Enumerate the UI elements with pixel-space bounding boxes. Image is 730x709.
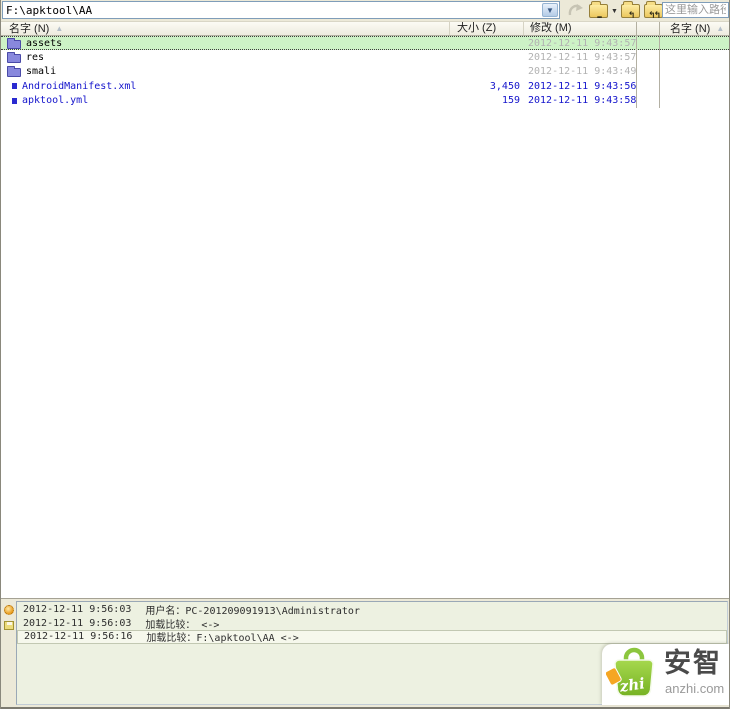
logo-title: 安智: [664, 648, 722, 678]
address-combobox[interactable]: F:\apktool\AA ▼: [2, 1, 560, 19]
address-dropdown-button[interactable]: ▼: [542, 3, 558, 17]
browse-folder-button[interactable]: ...: [589, 1, 608, 21]
chevron-down-icon: ▼: [546, 6, 554, 15]
file-size: 159: [501, 95, 520, 107]
file-row-res[interactable]: res 2012-12-11 9:43:57: [1, 50, 729, 64]
left-header-modified[interactable]: 修改 (M): [523, 22, 636, 35]
sort-ascending-icon: ▲: [716, 24, 725, 33]
file-icon: [12, 83, 17, 90]
file-row-androidmanifest[interactable]: AndroidManifest.xml 3,450 2012-12-11 9:4…: [1, 79, 729, 93]
curved-arrow-icon: [568, 4, 583, 16]
left-header-name[interactable]: 名字 (N) ▲: [1, 22, 449, 35]
file-size: 3,450: [489, 80, 520, 92]
ellipsis-icon: ...: [596, 11, 602, 21]
bag-text: zhi: [618, 674, 647, 696]
pane-splitter[interactable]: [637, 36, 659, 108]
path-input[interactable]: [662, 2, 729, 18]
up-arrow-icon: ↰: [627, 11, 635, 21]
file-row-apktool-yml[interactable]: apktool.yml 159 2012-12-11 9:43:58: [1, 94, 729, 108]
log-message: 加载比较：F:\apktool\AA <->: [146, 633, 299, 645]
log-entry[interactable]: 2012-12-11 9:56:03 加载比较： <->: [17, 617, 727, 631]
file-compare-window: F:\apktool\AA ▼ ... ▼ ↰ ↰↰ 名字 (N)▲ 大小 (Z…: [0, 0, 730, 709]
file-list: assets 2012-12-11 9:43:57 res 2012-12-11…: [1, 36, 729, 108]
log-timestamp: 2012-12-11 9:56:03: [23, 604, 132, 616]
log-timestamp: 2012-12-11 9:56:03: [23, 617, 132, 629]
log-entry[interactable]: 2012-12-11 9:56:03 用户名：PC-201209091913\A…: [17, 603, 727, 617]
sort-ascending-icon: ▲: [55, 24, 64, 33]
up-two-levels-button[interactable]: ↰↰: [644, 1, 663, 21]
anzhi-logo[interactable]: zhi 安智 anzhi.com: [602, 644, 729, 705]
file-modified: 2012-12-11 9:43:57: [528, 37, 637, 49]
toolbar: F:\apktool\AA ▼ ... ▼ ↰ ↰↰: [1, 0, 729, 22]
right-header-name[interactable]: 名字 (N) ▲: [659, 22, 729, 35]
file-name: res: [26, 52, 45, 64]
swap-compare-icon[interactable]: [567, 2, 585, 19]
file-row-smali[interactable]: smali 2012-12-11 9:43:49: [1, 65, 729, 79]
shopping-bag-icon: zhi: [604, 647, 662, 707]
header-splitter-gap: [636, 22, 659, 35]
file-name: apktool.yml: [22, 95, 89, 107]
folder-icon: [7, 66, 21, 78]
double-up-arrow-icon: ↰↰: [647, 11, 661, 21]
file-modified: 2012-12-11 9:43:56: [528, 80, 637, 92]
file-name: assets: [26, 37, 63, 49]
file-name: AndroidManifest.xml: [22, 80, 137, 92]
browse-dropdown-icon[interactable]: ▼: [611, 8, 618, 15]
up-one-level-button[interactable]: ↰: [621, 1, 640, 21]
log-panel: 2012-12-11 9:56:03 用户名：PC-201209091913\A…: [1, 598, 729, 709]
file-name: smali: [26, 66, 57, 78]
column-header-row: 名字 (N) ▲ 大小 (Z) 修改 (M) 名字 (N) ▲: [1, 22, 729, 36]
file-row-assets[interactable]: assets 2012-12-11 9:43:57: [1, 36, 729, 51]
log-entry[interactable]: 2012-12-11 9:56:16 加载比较：F:\apktool\AA <-…: [17, 630, 727, 644]
left-header-size[interactable]: 大小 (Z): [449, 22, 523, 35]
file-modified: 2012-12-11 9:43:57: [528, 52, 637, 64]
log-timestamp: 2012-12-11 9:56:16: [24, 631, 133, 643]
address-value: F:\apktool\AA: [6, 4, 93, 17]
logo-subtitle: anzhi.com: [665, 681, 725, 696]
save-log-icon: [4, 621, 14, 630]
file-icon: [12, 97, 17, 104]
file-modified: 2012-12-11 9:43:58: [528, 95, 637, 107]
session-gear-icon: [4, 605, 14, 615]
pane-divider-line: [659, 36, 660, 108]
folder-icon: [7, 52, 21, 64]
folder-icon: [7, 37, 21, 49]
file-modified: 2012-12-11 9:43:49: [528, 66, 637, 78]
